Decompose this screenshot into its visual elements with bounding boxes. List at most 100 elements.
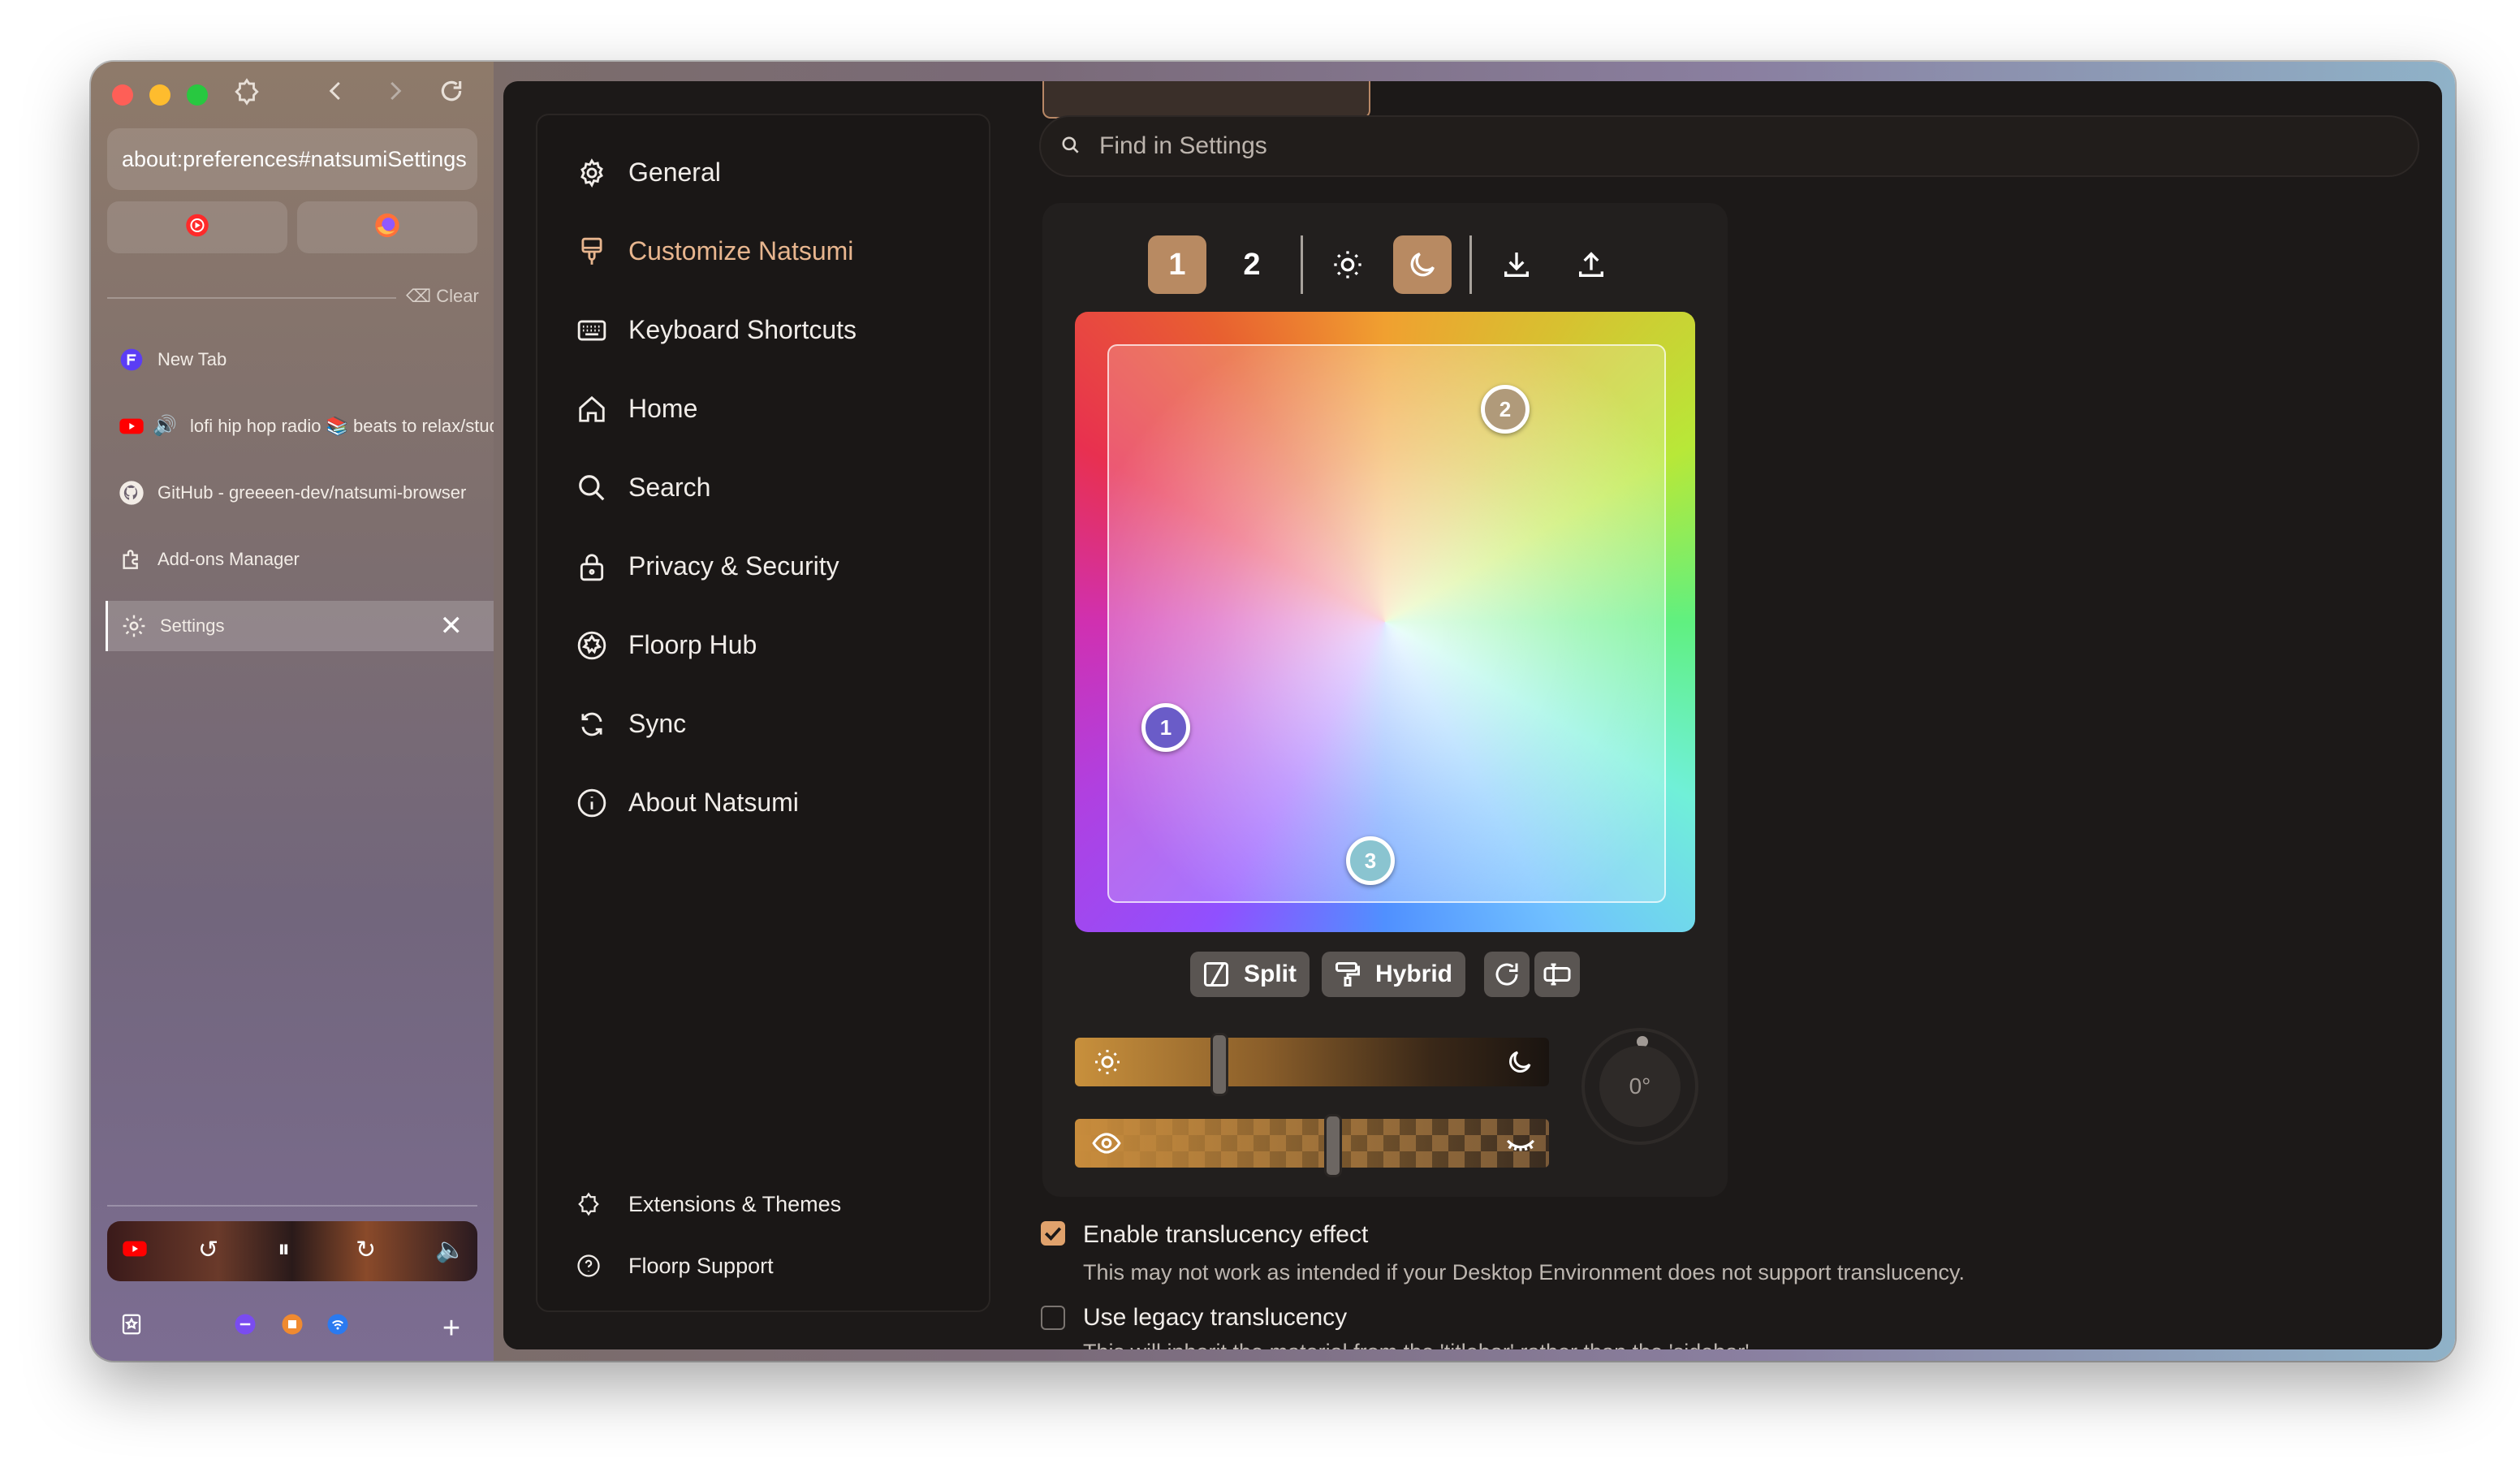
- color-point-2[interactable]: 2: [1481, 385, 1530, 434]
- bookmarks-icon[interactable]: [115, 1312, 148, 1345]
- translucency-option-description: This may not work as intended if your De…: [1083, 1260, 1966, 1284]
- opacity-slider[interactable]: [1075, 1114, 1549, 1177]
- nav-label: General: [628, 158, 721, 187]
- reset-button[interactable]: [1484, 952, 1530, 997]
- tab-new-tab[interactable]: New Tab: [106, 335, 494, 385]
- nav-floorp-support[interactable]: Floorp Support: [576, 1241, 774, 1290]
- puzzle-icon: [578, 1192, 599, 1216]
- upload-icon: [1579, 252, 1603, 277]
- split-icon: [1204, 962, 1228, 987]
- pinned-tab-youtube-music[interactable]: [107, 201, 287, 253]
- nav-label: Extensions & Themes: [628, 1192, 842, 1216]
- nav-floorp-hub[interactable]: Floorp Hub: [576, 620, 757, 669]
- moon-icon: [1509, 1051, 1531, 1073]
- nav-about-natsumi[interactable]: About Natsumi: [576, 778, 799, 827]
- volume-icon[interactable]: 🔈: [435, 1236, 465, 1264]
- text-field-button[interactable]: [1534, 952, 1580, 997]
- speaker-icon[interactable]: 🔊: [153, 401, 177, 451]
- paint-roller-icon: [1336, 962, 1360, 987]
- translucency-checkbox[interactable]: [1041, 1221, 1065, 1246]
- hybrid-button[interactable]: Hybrid: [1322, 952, 1466, 997]
- brightness-slider[interactable]: [1075, 1033, 1549, 1096]
- minimize-window-button[interactable]: [149, 84, 170, 106]
- pause-icon[interactable]: ⏸: [278, 1236, 290, 1263]
- light-mode-button[interactable]: [1318, 235, 1377, 294]
- new-tab-plus-icon[interactable]: +: [435, 1312, 468, 1345]
- nav-customize-natsumi[interactable]: Customize Natsumi: [576, 227, 853, 275]
- color-point-1[interactable]: 1: [1141, 703, 1190, 752]
- nav-general[interactable]: General: [576, 148, 721, 196]
- clear-tabs-button[interactable]: ⌫ Clear: [406, 286, 479, 307]
- pinned-tab-firefox[interactable]: [297, 201, 477, 253]
- split-button[interactable]: Split: [1190, 952, 1310, 997]
- moon-icon: [1410, 253, 1435, 277]
- toolbar-divider: [1469, 235, 1472, 294]
- search-icon: [1062, 136, 1079, 153]
- paintbrush-icon: [581, 237, 602, 265]
- nav-home[interactable]: Home: [576, 384, 697, 433]
- workspace-orange-icon[interactable]: [276, 1312, 309, 1345]
- translucency-option-label[interactable]: Enable translucency effect: [1083, 1221, 1368, 1249]
- opacity-gradient: [1075, 1119, 1549, 1168]
- color-picker-inner[interactable]: 2 1 3: [1107, 344, 1666, 903]
- legacy-translucency-option-label[interactable]: Use legacy translucency: [1083, 1304, 1347, 1332]
- export-button[interactable]: [1562, 235, 1620, 294]
- media-separator: [107, 1205, 477, 1207]
- youtube-icon: [119, 418, 144, 434]
- nav-extensions-themes[interactable]: Extensions & Themes: [576, 1180, 841, 1228]
- color-picker-area[interactable]: 2 1 3: [1075, 312, 1695, 932]
- dark-mode-button[interactable]: [1393, 235, 1452, 294]
- reload-button[interactable]: [435, 78, 468, 110]
- floorp-icon: [577, 631, 606, 660]
- info-icon: [577, 788, 606, 818]
- help-icon: [577, 1254, 600, 1277]
- back-button[interactable]: [320, 78, 352, 110]
- sync-icon: [581, 712, 602, 736]
- tab-label: GitHub - greeeen-dev/natsumi-browser: [158, 482, 467, 503]
- legacy-translucency-checkbox[interactable]: [1041, 1306, 1065, 1330]
- github-icon: [119, 481, 144, 505]
- broom-icon: ⌫: [406, 286, 432, 306]
- forward-button[interactable]: [378, 78, 411, 110]
- browser-sidebar: about:preferences#natsumiSettings ⌫ Clea…: [91, 62, 494, 1361]
- tab-github[interactable]: GitHub - greeeen-dev/natsumi-browser: [106, 468, 494, 518]
- extensions-icon[interactable]: [231, 78, 263, 110]
- nav-keyboard-shortcuts[interactable]: Keyboard Shortcuts: [576, 305, 857, 354]
- nav-label: Home: [628, 394, 698, 423]
- gradient-tab-1[interactable]: 1: [1148, 235, 1206, 294]
- toolbar-divider: [1301, 235, 1303, 294]
- gradient-tab-2[interactable]: 2: [1223, 235, 1281, 294]
- tab-addons-manager[interactable]: Add-ons Manager: [106, 534, 494, 585]
- find-in-settings-input[interactable]: Find in Settings: [1039, 115, 2419, 177]
- nav-sync[interactable]: Sync: [576, 699, 686, 748]
- nav-label: Search: [628, 473, 711, 502]
- wifi-icon[interactable]: [321, 1312, 354, 1345]
- opacity-slider-handle[interactable]: [1324, 1114, 1343, 1177]
- close-window-button[interactable]: [112, 84, 133, 106]
- close-tab-icon[interactable]: ✕: [440, 601, 464, 651]
- tab-label: New Tab: [158, 349, 227, 369]
- firefox-new-tab-icon: [120, 348, 143, 371]
- url-bar[interactable]: about:preferences#natsumiSettings: [107, 128, 477, 190]
- workspace-icon[interactable]: [229, 1312, 261, 1345]
- puzzle-icon: [123, 550, 138, 569]
- settings-page: General Customize Natsumi Keyboard Short…: [503, 81, 2442, 1349]
- home-icon: [579, 395, 605, 422]
- angle-dial[interactable]: 0°: [1581, 1028, 1698, 1145]
- firefox-icon: [374, 213, 400, 243]
- nav-privacy-security[interactable]: Privacy & Security: [576, 542, 839, 590]
- refresh-icon: [1495, 963, 1518, 986]
- color-point-3[interactable]: 3: [1346, 836, 1395, 885]
- tab-settings[interactable]: Settings ✕: [106, 601, 494, 651]
- search-placeholder: Find in Settings: [1099, 132, 1267, 159]
- rewind-icon[interactable]: ↺: [198, 1236, 218, 1264]
- download-icon: [1504, 253, 1529, 277]
- import-button[interactable]: [1487, 235, 1546, 294]
- nav-search[interactable]: Search: [576, 463, 710, 512]
- media-controls: ↺ ⏸ ↻ 🔈: [107, 1221, 477, 1281]
- zoom-window-button[interactable]: [187, 84, 208, 106]
- lock-icon: [580, 554, 604, 581]
- brightness-slider-handle[interactable]: [1210, 1033, 1229, 1096]
- forward-icon[interactable]: ↻: [356, 1236, 376, 1264]
- tab-lofi-radio[interactable]: 🔊 lofi hip hop radio 📚 beats to relax/st…: [106, 401, 494, 451]
